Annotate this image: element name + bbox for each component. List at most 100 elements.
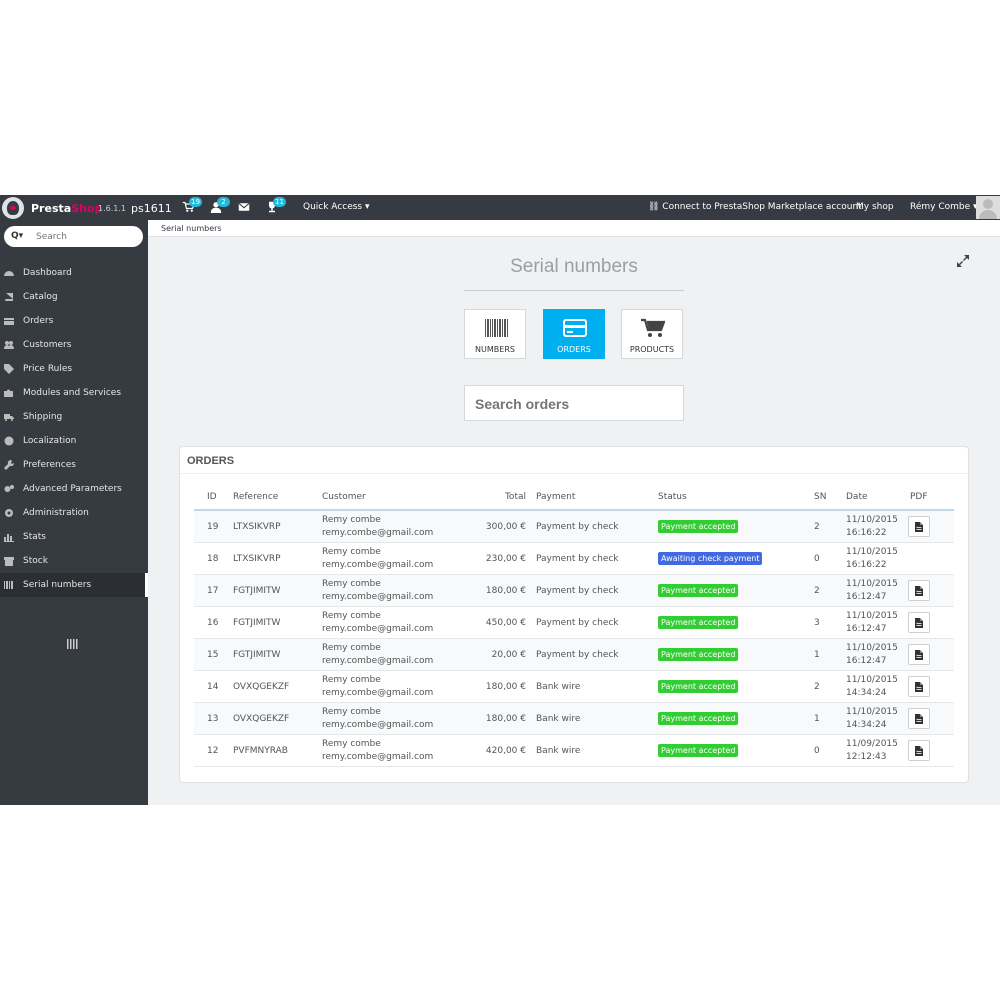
order-payment: Payment by check xyxy=(536,522,619,532)
archive-icon xyxy=(4,556,14,566)
order-payment: Payment by check xyxy=(536,586,619,596)
cart-icon xyxy=(641,318,666,338)
pdf-invoice-button[interactable] xyxy=(908,676,930,697)
new-customers-button[interactable]: 2 xyxy=(210,197,230,215)
orders-count-badge: 19 xyxy=(189,197,202,207)
search-orders-input[interactable] xyxy=(475,395,675,413)
order-date-time: 14:34:24 xyxy=(846,688,887,698)
order-sn-count: 1 xyxy=(814,650,820,660)
sidebar-item-advanced-parameters[interactable]: Advanced Parameters xyxy=(0,477,148,501)
pdf-invoice-button[interactable] xyxy=(908,644,930,665)
table-row[interactable]: 12 PVFMNYRAB Remy combe remy.combe@gmail.co… xyxy=(194,735,954,767)
mode-products-button[interactable]: PRODUCTS xyxy=(621,309,683,359)
pdf-invoice-button[interactable] xyxy=(908,708,930,729)
column-header-customer[interactable]: Customer xyxy=(322,492,366,502)
sidebar-collapse-icon[interactable] xyxy=(67,639,79,649)
column-header-id[interactable]: ID xyxy=(207,492,217,502)
mode-numbers-button[interactable]: NUMBERS xyxy=(464,309,526,359)
sidebar-search-input[interactable] xyxy=(36,229,136,244)
brand-name[interactable]: PrestaShop xyxy=(31,202,102,215)
column-header-reference[interactable]: Reference xyxy=(233,492,278,502)
pdf-invoice-button[interactable] xyxy=(908,612,930,633)
customer-name: Remy combe xyxy=(322,611,381,621)
prestashop-logo-icon[interactable] xyxy=(2,197,24,219)
order-payment: Bank wire xyxy=(536,714,581,724)
customers-count-badge: 2 xyxy=(217,197,230,207)
order-date: 11/10/2015 16:12:47 xyxy=(846,578,898,604)
pdf-invoice-button[interactable] xyxy=(908,580,930,601)
column-header-status[interactable]: Status xyxy=(658,492,687,502)
app-window: PrestaShop 1.6.1.1 ps1611 19 2 11 Quick … xyxy=(0,195,1000,805)
table-row[interactable]: 16 FGTJIMITW Remy combe remy.combe@gmail.co… xyxy=(194,607,954,639)
customer-name: Remy combe xyxy=(322,579,381,589)
order-date-time: 16:12:47 xyxy=(846,624,887,634)
sidebar-item-dashboard[interactable]: Dashboard xyxy=(0,261,148,285)
expand-icon[interactable] xyxy=(956,254,970,268)
order-sn-count: 0 xyxy=(814,554,820,564)
order-date: 11/09/2015 12:12:43 xyxy=(846,738,898,764)
order-total: 20,00 € xyxy=(491,650,526,660)
sidebar-item-serial-numbers[interactable]: Serial numbers xyxy=(0,573,148,597)
order-date-time: 16:16:22 xyxy=(846,528,887,538)
pdf-invoice-button[interactable] xyxy=(908,740,930,761)
link-icon: ⛓ xyxy=(648,202,663,212)
status-badge: Payment accepted xyxy=(658,584,739,597)
new-orders-button[interactable]: 19 xyxy=(182,197,202,215)
sidebar-item-stock[interactable]: Stock xyxy=(0,549,148,573)
order-date-time: 16:12:47 xyxy=(846,592,887,602)
globe-icon xyxy=(4,436,14,446)
search-icon[interactable]: Q▾ xyxy=(11,231,23,241)
order-date: 11/10/2015 16:16:22 xyxy=(846,546,898,572)
sidebar-item-customers[interactable]: Customers xyxy=(0,333,148,357)
bar-chart-icon xyxy=(4,532,14,542)
order-status: Payment accepted xyxy=(658,584,739,597)
sidebar-search: Q▾ xyxy=(4,226,143,247)
order-payment: Bank wire xyxy=(536,682,581,692)
sidebar-item-orders[interactable]: Orders xyxy=(0,309,148,333)
dashboard-icon xyxy=(4,268,14,278)
panel-heading: ORDERS xyxy=(187,455,235,467)
shop-name-link[interactable]: ps1611 xyxy=(131,202,172,215)
quick-access-dropdown[interactable]: Quick Access ▾ xyxy=(303,202,370,212)
table-row[interactable]: 19 LTXSIKVRP Remy combe remy.combe@gmail.co… xyxy=(194,511,954,543)
avatar[interactable] xyxy=(976,196,1000,219)
order-reference: LTXSIKVRP xyxy=(233,554,281,564)
trophy-count-badge: 11 xyxy=(273,197,286,207)
customer-name: Remy combe xyxy=(322,707,381,717)
users-icon xyxy=(4,340,14,350)
column-header-date[interactable]: Date xyxy=(846,492,868,502)
sidebar-item-modules[interactable]: Modules and Services xyxy=(0,381,148,405)
table-row[interactable]: 13 OVXQGEKZF Remy combe remy.combe@gmail.co… xyxy=(194,703,954,735)
column-header-sn[interactable]: SN xyxy=(814,492,826,502)
sidebar-item-price-rules[interactable]: Price Rules xyxy=(0,357,148,381)
panel-divider xyxy=(180,473,968,474)
sidebar-item-preferences[interactable]: Preferences xyxy=(0,453,148,477)
sidebar-item-localization[interactable]: Localization xyxy=(0,429,148,453)
sidebar-item-stats[interactable]: Stats xyxy=(0,525,148,549)
order-date-day: 11/10/2015 xyxy=(846,515,898,525)
order-total: 180,00 € xyxy=(485,714,526,724)
order-sn-count: 2 xyxy=(814,682,820,692)
order-reference: OVXQGEKZF xyxy=(233,714,290,724)
column-header-total[interactable]: Total xyxy=(464,492,526,502)
table-row[interactable]: 17 FGTJIMITW Remy combe remy.combe@gmail.co… xyxy=(194,575,954,607)
barcode-icon xyxy=(484,318,508,338)
table-row[interactable]: 18 LTXSIKVRP Remy combe remy.combe@gmail.co… xyxy=(194,543,954,575)
my-shop-link[interactable]: My shop xyxy=(856,202,894,212)
employee-dropdown[interactable]: Rémy Combe ▾ xyxy=(910,202,978,212)
table-row[interactable]: 14 OVXQGEKZF Remy combe remy.combe@gmail.co… xyxy=(194,671,954,703)
trophy-button[interactable]: 11 xyxy=(266,197,286,215)
cogs-icon xyxy=(4,484,14,494)
sidebar-item-administration[interactable]: Administration xyxy=(0,501,148,525)
sidebar-item-catalog[interactable]: Catalog xyxy=(0,285,148,309)
marketplace-connect-link[interactable]: ⛓ Connect to PrestaShop Marketplace acco… xyxy=(648,202,862,212)
column-header-payment[interactable]: Payment xyxy=(536,492,575,502)
customer-email: remy.combe@gmail.com xyxy=(322,528,434,538)
messages-button[interactable] xyxy=(238,201,252,215)
sidebar-item-shipping[interactable]: Shipping xyxy=(0,405,148,429)
table-row[interactable]: 15 FGTJIMITW Remy combe remy.combe@gmail.co… xyxy=(194,639,954,671)
mode-orders-button[interactable]: ORDERS xyxy=(543,309,605,359)
pdf-invoice-button[interactable] xyxy=(908,516,930,537)
order-id: 15 xyxy=(207,650,219,660)
order-customer: Remy combe remy.combe@gmail.com xyxy=(322,546,433,572)
